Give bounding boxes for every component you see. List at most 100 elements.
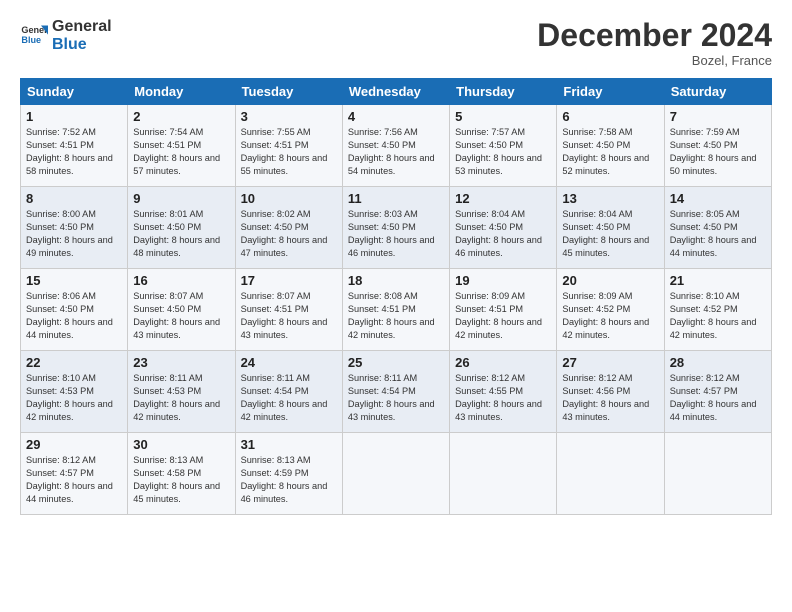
calendar-cell: 7 Sunrise: 7:59 AMSunset: 4:50 PMDaylight…: [664, 105, 771, 187]
calendar-cell: 16Sunrise: 8:07 AMSunset: 4:50 PMDayligh…: [128, 269, 235, 351]
day-number: 19: [455, 273, 551, 288]
day-number: 2: [133, 109, 229, 124]
cell-info: Sunrise: 8:11 AMSunset: 4:54 PMDaylight:…: [241, 372, 337, 424]
day-header-friday: Friday: [557, 79, 664, 105]
cell-info: Sunrise: 8:01 AMSunset: 4:50 PMDaylight:…: [133, 208, 229, 260]
day-number: 29: [26, 437, 122, 452]
calendar-cell: 11 Sunrise: 8:03 AMSunset: 4:50 PMDayligh…: [342, 187, 449, 269]
cell-info: Sunrise: 7:55 AMSunset: 4:51 PMDaylight:…: [241, 126, 337, 178]
day-number: 31: [241, 437, 337, 452]
day-number: 23: [133, 355, 229, 370]
cell-info: Sunrise: 8:08 AMSunset: 4:51 PMDaylight:…: [348, 290, 444, 342]
calendar-cell: 28Sunrise: 8:12 AMSunset: 4:57 PMDayligh…: [664, 351, 771, 433]
calendar-table: SundayMondayTuesdayWednesdayThursdayFrid…: [20, 78, 772, 515]
calendar-cell: 1 Sunrise: 7:52 AMSunset: 4:51 PMDaylight…: [21, 105, 128, 187]
title-block: December 2024 Bozel, France: [537, 18, 772, 68]
calendar-cell: 13Sunrise: 8:04 AMSunset: 4:50 PMDayligh…: [557, 187, 664, 269]
cell-info: Sunrise: 8:12 AMSunset: 4:56 PMDaylight:…: [562, 372, 658, 424]
cell-info: Sunrise: 8:13 AMSunset: 4:58 PMDaylight:…: [133, 454, 229, 506]
calendar-cell: 18 Sunrise: 8:08 AMSunset: 4:51 PMDayligh…: [342, 269, 449, 351]
logo-line1: General: [52, 18, 112, 36]
calendar-cell: 25 Sunrise: 8:11 AMSunset: 4:54 PMDayligh…: [342, 351, 449, 433]
day-number: 1: [26, 109, 122, 124]
day-number: 25: [348, 355, 444, 370]
day-number: 15: [26, 273, 122, 288]
cell-info: Sunrise: 7:58 AMSunset: 4:50 PMDaylight:…: [562, 126, 658, 178]
day-number: 24: [241, 355, 337, 370]
calendar-cell: [342, 433, 449, 515]
calendar-cell: 14 Sunrise: 8:05 AMSunset: 4:50 PMDayligh…: [664, 187, 771, 269]
cell-info: Sunrise: 8:13 AMSunset: 4:59 PMDaylight:…: [241, 454, 337, 506]
day-number: 27: [562, 355, 658, 370]
day-number: 7: [670, 109, 766, 124]
calendar-cell: [450, 433, 557, 515]
day-header-tuesday: Tuesday: [235, 79, 342, 105]
day-number: 21: [670, 273, 766, 288]
header: General Blue General Blue December 2024 …: [20, 18, 772, 68]
calendar-cell: 22Sunrise: 8:10 AMSunset: 4:53 PMDayligh…: [21, 351, 128, 433]
day-number: 4: [348, 109, 444, 124]
week-row-3: 15Sunrise: 8:06 AMSunset: 4:50 PMDayligh…: [21, 269, 772, 351]
calendar-cell: 3 Sunrise: 7:55 AMSunset: 4:51 PMDaylight…: [235, 105, 342, 187]
calendar-cell: 21 Sunrise: 8:10 AMSunset: 4:52 PMDayligh…: [664, 269, 771, 351]
day-number: 11: [348, 191, 444, 206]
day-header-thursday: Thursday: [450, 79, 557, 105]
week-row-1: 1 Sunrise: 7:52 AMSunset: 4:51 PMDaylight…: [21, 105, 772, 187]
calendar-cell: 2 Sunrise: 7:54 AMSunset: 4:51 PMDaylight…: [128, 105, 235, 187]
day-number: 20: [562, 273, 658, 288]
calendar-cell: 10 Sunrise: 8:02 AMSunset: 4:50 PMDayligh…: [235, 187, 342, 269]
calendar-cell: 20 Sunrise: 8:09 AMSunset: 4:52 PMDayligh…: [557, 269, 664, 351]
day-header-monday: Monday: [128, 79, 235, 105]
cell-info: Sunrise: 7:59 AMSunset: 4:50 PMDaylight:…: [670, 126, 766, 178]
cell-info: Sunrise: 8:11 AMSunset: 4:54 PMDaylight:…: [348, 372, 444, 424]
day-number: 8: [26, 191, 122, 206]
day-number: 17: [241, 273, 337, 288]
cell-info: Sunrise: 8:09 AMSunset: 4:52 PMDaylight:…: [562, 290, 658, 342]
svg-text:Blue: Blue: [21, 35, 41, 45]
calendar-cell: 4 Sunrise: 7:56 AMSunset: 4:50 PMDaylight…: [342, 105, 449, 187]
cell-info: Sunrise: 7:52 AMSunset: 4:51 PMDaylight:…: [26, 126, 122, 178]
calendar-cell: 26 Sunrise: 8:12 AMSunset: 4:55 PMDayligh…: [450, 351, 557, 433]
day-number: 22: [26, 355, 122, 370]
cell-info: Sunrise: 8:12 AMSunset: 4:57 PMDaylight:…: [26, 454, 122, 506]
logo-line2: Blue: [52, 36, 112, 54]
cell-info: Sunrise: 7:54 AMSunset: 4:51 PMDaylight:…: [133, 126, 229, 178]
logo: General Blue General Blue: [20, 18, 112, 55]
cell-info: Sunrise: 8:07 AMSunset: 4:51 PMDaylight:…: [241, 290, 337, 342]
calendar-cell: 29 Sunrise: 8:12 AMSunset: 4:57 PMDayligh…: [21, 433, 128, 515]
logo-icon: General Blue: [20, 22, 48, 50]
day-number: 9: [133, 191, 229, 206]
calendar-cell: 6 Sunrise: 7:58 AMSunset: 4:50 PMDaylight…: [557, 105, 664, 187]
day-number: 18: [348, 273, 444, 288]
cell-info: Sunrise: 7:57 AMSunset: 4:50 PMDaylight:…: [455, 126, 551, 178]
day-number: 3: [241, 109, 337, 124]
calendar-cell: 15Sunrise: 8:06 AMSunset: 4:50 PMDayligh…: [21, 269, 128, 351]
cell-info: Sunrise: 8:10 AMSunset: 4:52 PMDaylight:…: [670, 290, 766, 342]
calendar-cell: 30Sunrise: 8:13 AMSunset: 4:58 PMDayligh…: [128, 433, 235, 515]
cell-info: Sunrise: 8:12 AMSunset: 4:55 PMDaylight:…: [455, 372, 551, 424]
day-header-wednesday: Wednesday: [342, 79, 449, 105]
day-number: 12: [455, 191, 551, 206]
day-number: 26: [455, 355, 551, 370]
cell-info: Sunrise: 8:12 AMSunset: 4:57 PMDaylight:…: [670, 372, 766, 424]
page: General Blue General Blue December 2024 …: [0, 0, 792, 527]
day-header-saturday: Saturday: [664, 79, 771, 105]
cell-info: Sunrise: 8:09 AMSunset: 4:51 PMDaylight:…: [455, 290, 551, 342]
calendar-cell: 17 Sunrise: 8:07 AMSunset: 4:51 PMDayligh…: [235, 269, 342, 351]
calendar-cell: 23Sunrise: 8:11 AMSunset: 4:53 PMDayligh…: [128, 351, 235, 433]
cell-info: Sunrise: 8:05 AMSunset: 4:50 PMDaylight:…: [670, 208, 766, 260]
calendar-cell: 8Sunrise: 8:00 AMSunset: 4:50 PMDaylight…: [21, 187, 128, 269]
day-number: 10: [241, 191, 337, 206]
day-number: 5: [455, 109, 551, 124]
day-number: 14: [670, 191, 766, 206]
week-row-2: 8Sunrise: 8:00 AMSunset: 4:50 PMDaylight…: [21, 187, 772, 269]
cell-info: Sunrise: 8:02 AMSunset: 4:50 PMDaylight:…: [241, 208, 337, 260]
week-row-4: 22Sunrise: 8:10 AMSunset: 4:53 PMDayligh…: [21, 351, 772, 433]
cell-info: Sunrise: 8:03 AMSunset: 4:50 PMDaylight:…: [348, 208, 444, 260]
week-row-5: 29 Sunrise: 8:12 AMSunset: 4:57 PMDayligh…: [21, 433, 772, 515]
cell-info: Sunrise: 7:56 AMSunset: 4:50 PMDaylight:…: [348, 126, 444, 178]
calendar-cell: 24 Sunrise: 8:11 AMSunset: 4:54 PMDayligh…: [235, 351, 342, 433]
calendar-cell: 9 Sunrise: 8:01 AMSunset: 4:50 PMDaylight…: [128, 187, 235, 269]
cell-info: Sunrise: 8:04 AMSunset: 4:50 PMDaylight:…: [562, 208, 658, 260]
day-number: 6: [562, 109, 658, 124]
